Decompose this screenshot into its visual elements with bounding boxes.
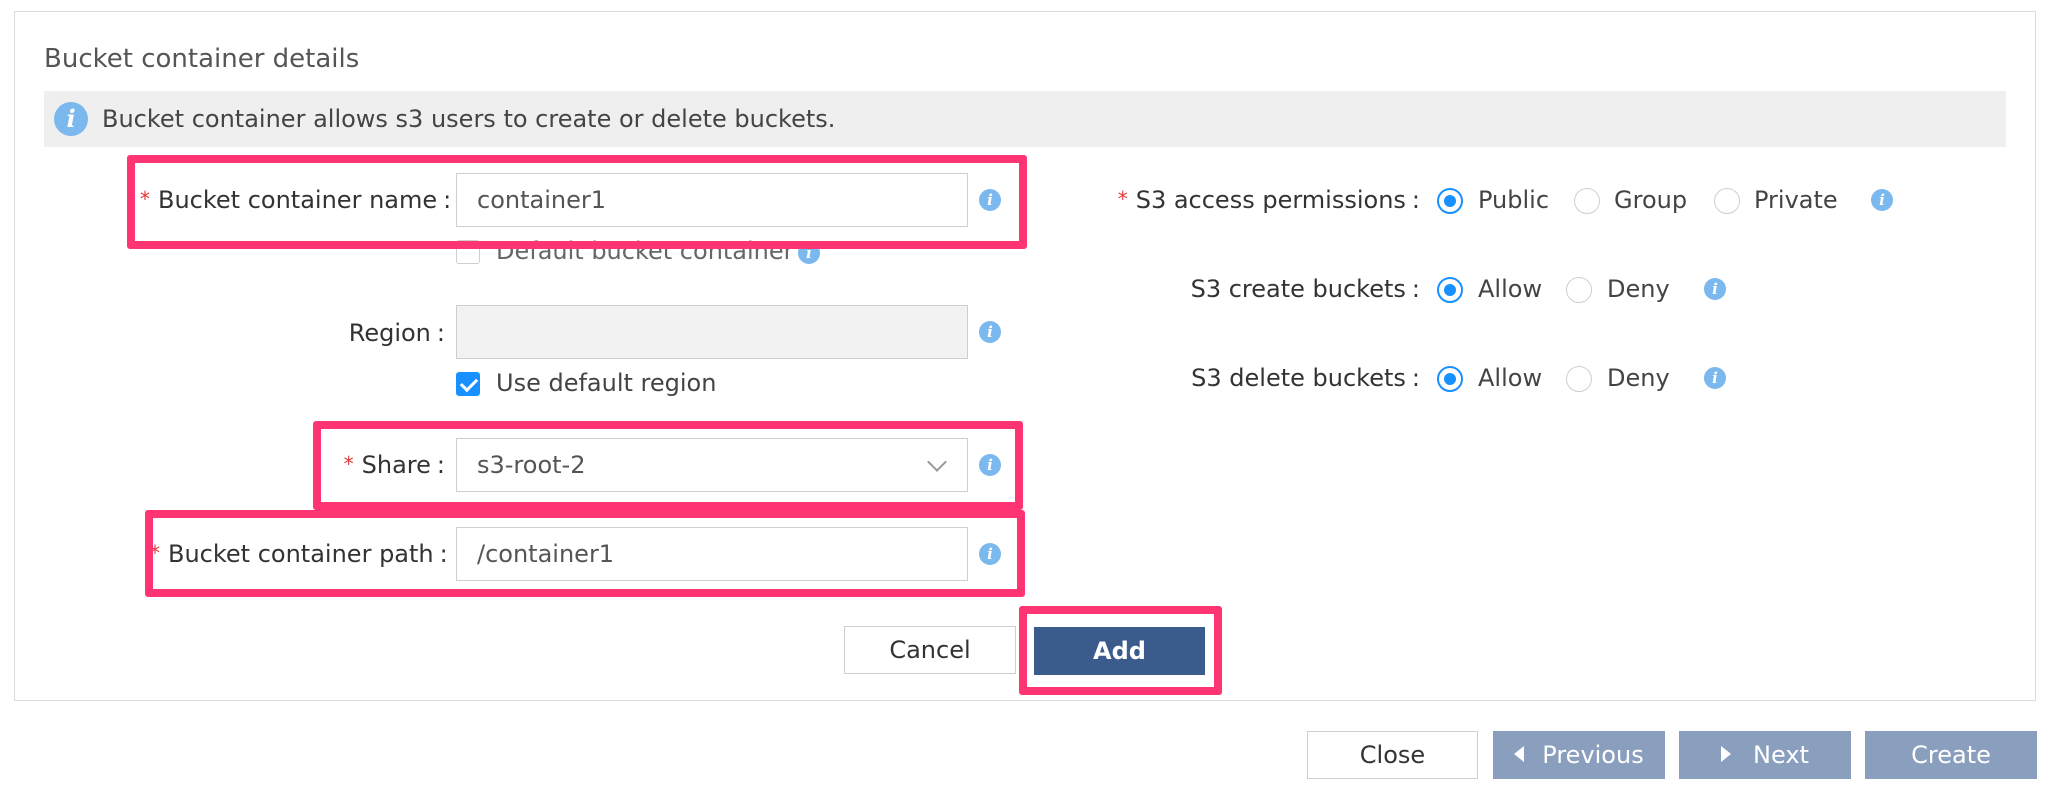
default-bucket-container-label: Default bucket container [496, 237, 794, 265]
share-select-value: s3-root-2 [477, 451, 586, 479]
info-icon[interactable]: i [1704, 367, 1726, 389]
s3-access-permissions-label: * S3 access permissions: [1117, 186, 1420, 214]
create-allow-label: Allow [1478, 275, 1543, 303]
share-select[interactable]: s3-root-2 [456, 438, 968, 492]
caret-right-icon [1721, 746, 1732, 762]
access-public-radio[interactable] [1437, 188, 1463, 214]
region-input[interactable] [456, 305, 968, 359]
create-deny-label: Deny [1607, 275, 1670, 303]
access-group-radio[interactable] [1574, 188, 1600, 214]
use-default-region-checkbox[interactable] [456, 372, 480, 396]
previous-button[interactable]: Previous [1493, 731, 1665, 779]
use-default-region-label: Use default region [496, 369, 717, 397]
delete-deny-label: Deny [1607, 364, 1670, 392]
section-title: Bucket container details [44, 44, 360, 74]
delete-deny-radio[interactable] [1566, 366, 1592, 392]
create-allow-radio[interactable] [1437, 277, 1463, 303]
info-icon[interactable]: i [1704, 278, 1726, 300]
info-icon[interactable]: i [979, 321, 1001, 343]
access-private-label: Private [1754, 186, 1838, 214]
info-icon[interactable]: i [1871, 189, 1893, 211]
close-button[interactable]: Close [1307, 731, 1478, 779]
share-label: * Share: [343, 451, 445, 479]
access-group-label: Group [1614, 186, 1688, 214]
delete-allow-radio[interactable] [1437, 366, 1463, 392]
s3-create-buckets-label: S3 create buckets: [1190, 275, 1420, 303]
access-private-radio[interactable] [1714, 188, 1740, 214]
create-button[interactable]: Create [1865, 731, 2037, 779]
required-marker: * [140, 187, 150, 211]
bucket-container-path-label: * Bucket container path: [150, 540, 448, 568]
default-bucket-container-checkbox[interactable] [456, 240, 480, 264]
delete-allow-label: Allow [1478, 364, 1543, 392]
info-icon: i [54, 102, 88, 136]
required-marker: * [150, 541, 160, 565]
access-public-label: Public [1478, 186, 1550, 214]
info-icon[interactable]: i [979, 454, 1001, 476]
add-button[interactable]: Add [1034, 627, 1205, 675]
info-icon[interactable]: i [979, 543, 1001, 565]
create-deny-radio[interactable] [1566, 277, 1592, 303]
info-icon[interactable]: i [979, 189, 1001, 211]
banner-text: Bucket container allows s3 users to crea… [102, 105, 836, 133]
bucket-container-path-input[interactable]: /container1 [456, 527, 968, 581]
required-marker: * [1117, 187, 1128, 211]
info-icon[interactable]: i [798, 242, 820, 264]
bucket-container-name-input[interactable]: container1 [456, 173, 968, 227]
bucket-container-name-label: * Bucket container name: [140, 186, 452, 214]
caret-left-icon [1514, 746, 1525, 762]
required-marker: * [343, 452, 354, 476]
info-banner: i Bucket container allows s3 users to cr… [44, 91, 2006, 147]
s3-delete-buckets-label: S3 delete buckets: [1191, 364, 1420, 392]
next-button[interactable]: Next [1679, 731, 1851, 779]
cancel-button[interactable]: Cancel [844, 626, 1016, 674]
region-label: Region: [348, 319, 445, 347]
